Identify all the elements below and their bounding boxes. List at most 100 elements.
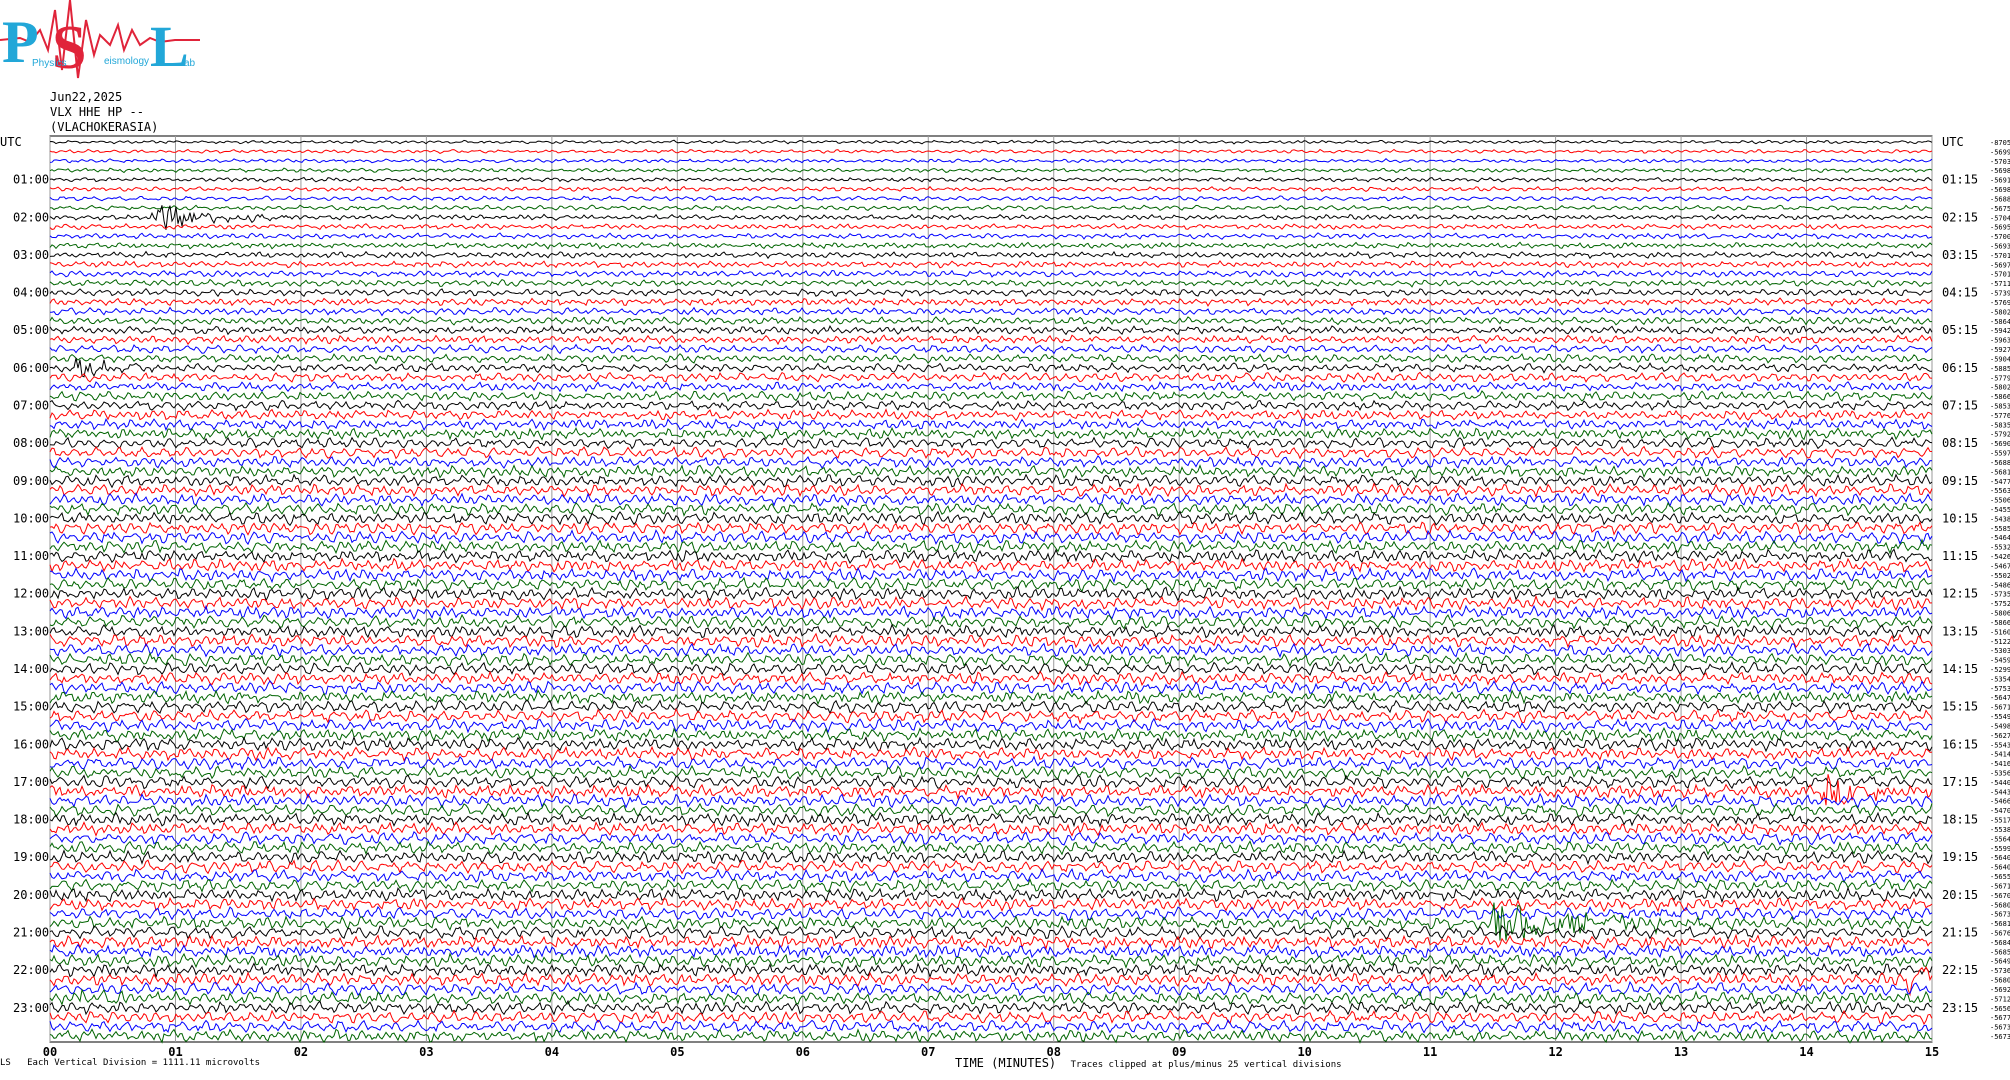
trace-offset-label: -5866	[1990, 393, 2010, 401]
trace-offset-label: -5354	[1990, 675, 2010, 683]
trace-line	[49, 357, 1933, 378]
trace-offset-label: -5517	[1990, 817, 2010, 825]
x-tick-label: 00	[43, 1045, 57, 1059]
trace-line	[49, 223, 1933, 231]
clip-note: Traces clipped at plus/minus 25 vertical…	[1070, 1060, 1342, 1070]
hour-label-right: 01:15	[1942, 173, 1978, 187]
trace-line	[49, 334, 1933, 346]
trace-offset-label: -5470	[1990, 807, 2010, 815]
trace-offset-label: -5467	[1990, 562, 2010, 570]
trace-line	[49, 830, 1933, 847]
trace-line	[49, 548, 1933, 564]
trace-offset-label: -5735	[1990, 591, 2010, 599]
hour-label-right: 06:15	[1942, 361, 1978, 375]
trace-line	[49, 679, 1933, 696]
hour-label-left: 17:00	[13, 775, 49, 789]
trace-line	[49, 849, 1933, 866]
trace-line	[49, 306, 1933, 317]
trace-offset-label: -5675	[1990, 205, 2010, 213]
hour-label-right: 02:15	[1942, 210, 1978, 224]
trace-line	[49, 343, 1933, 355]
trace-line	[49, 371, 1933, 383]
trace-line	[49, 745, 1933, 762]
trace-offset-label: -5464	[1990, 534, 2010, 542]
trace-offset-label: -5549	[1990, 713, 2010, 721]
hour-label-right: 11:15	[1942, 549, 1978, 563]
hour-label-left: 11:00	[13, 549, 49, 563]
trace-line	[49, 250, 1933, 260]
hour-label-right: 03:15	[1942, 248, 1978, 262]
trace-offset-label: -5927	[1990, 346, 2010, 354]
trace-line	[49, 297, 1933, 307]
x-tick-label: 12	[1548, 1045, 1562, 1059]
trace-line	[49, 698, 1933, 715]
trace-offset-label: -5681	[1990, 920, 2010, 928]
trace-line	[49, 315, 1932, 326]
trace-line	[49, 482, 1933, 499]
trace-offset-label: -5680	[1990, 977, 2010, 985]
trace-line	[49, 473, 1933, 489]
trace-line	[49, 381, 1933, 393]
trace-line	[49, 1028, 1933, 1044]
trace-line	[49, 557, 1933, 574]
trace-line	[49, 811, 1932, 828]
hour-label-right: 21:15	[1942, 925, 1978, 939]
trace-offset-label: -5963	[1990, 337, 2010, 345]
hour-label-left: 04:00	[13, 286, 49, 300]
trace-offset-label: -5806	[1990, 610, 2010, 618]
trace-offset-label: -5649	[1990, 958, 2010, 966]
trace-offset-label: -5414	[1990, 751, 2010, 759]
trace-line	[49, 139, 1933, 145]
trace-offset-label: -5585	[1990, 525, 2010, 533]
trace-line	[49, 436, 1933, 450]
trace-line	[49, 278, 1933, 288]
trace-offset-label: -5779	[1990, 374, 2010, 382]
hour-label-right: 19:15	[1942, 850, 1978, 864]
trace-offset-label: -5703	[1990, 158, 2010, 166]
trace-line	[49, 651, 1933, 668]
trace-offset-label: -5701	[1990, 271, 2010, 279]
trace-offset-label: -5835	[1990, 421, 2010, 429]
trace-offset-label: -5502	[1990, 572, 2010, 580]
trace-line	[49, 195, 1933, 202]
hour-label-left: 14:00	[13, 662, 49, 676]
trace-offset-label: -5802	[1990, 384, 2010, 392]
trace-line	[49, 204, 1933, 212]
trace-line	[49, 943, 1933, 960]
trace-offset-label: -5486	[1990, 581, 2010, 589]
trace-line	[49, 464, 1933, 479]
trace-line	[49, 859, 1933, 875]
hour-label-left: 23:00	[13, 1001, 49, 1015]
trace-offset-label: -5356	[1990, 770, 2010, 778]
trace-offset-label: -5440	[1990, 779, 2010, 787]
trace-offset-label: -5853	[1990, 402, 2010, 410]
hour-label-right: UTC	[1942, 135, 1964, 149]
x-tick-label: 03	[419, 1045, 433, 1059]
trace-offset-label: -5711	[1990, 280, 2010, 288]
hour-label-right: 04:15	[1942, 286, 1978, 300]
trace-offset-label: -5684	[1990, 939, 2010, 947]
trace-offset-label: -5693	[1990, 243, 2010, 251]
x-tick-label: 01	[168, 1045, 182, 1059]
hour-label-left: 02:00	[13, 210, 49, 224]
trace-offset-label: -5942	[1990, 327, 2010, 335]
trace-offset-label: -5438	[1990, 515, 2010, 523]
x-tick-label: 02	[294, 1045, 308, 1059]
hour-label-left: 20:00	[13, 888, 49, 902]
hour-label-left: 18:00	[13, 813, 49, 827]
trace-offset-label: -5538	[1990, 826, 2010, 834]
hour-label-left: 13:00	[13, 624, 49, 638]
x-tick-label: 13	[1674, 1045, 1688, 1059]
x-tick-label: 11	[1423, 1045, 1437, 1059]
trace-offset-label: -5416	[1990, 760, 2010, 768]
trace-line	[49, 962, 1933, 979]
trace-offset-label: -5885	[1990, 365, 2010, 373]
trace-line	[49, 426, 1933, 441]
trace-offset-label: -5776	[1990, 412, 2010, 420]
trace-offset-label: -5695	[1990, 224, 2010, 232]
hour-label-left: 05:00	[13, 323, 49, 337]
trace-offset-label: -5698	[1990, 186, 2010, 194]
trace-line	[49, 717, 1933, 734]
trace-offset-label: -5455	[1990, 506, 2010, 514]
hour-label-right: 12:15	[1942, 587, 1978, 601]
